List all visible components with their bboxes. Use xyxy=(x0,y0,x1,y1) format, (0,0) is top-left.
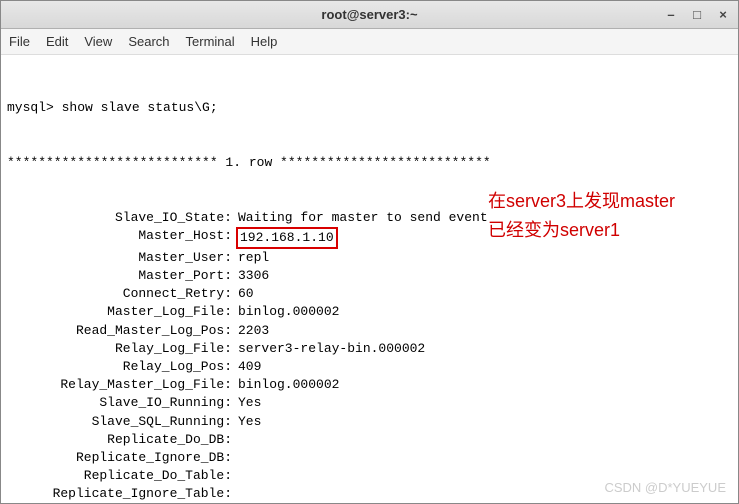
menu-file[interactable]: File xyxy=(9,34,30,49)
annotation-text: 在server3上发现master 已经变为server1 xyxy=(488,187,708,245)
field-label: Relay_Log_Pos: xyxy=(7,358,232,376)
field-value: 3306 xyxy=(238,267,269,285)
menu-help[interactable]: Help xyxy=(251,34,278,49)
field-value: binlog.000002 xyxy=(238,303,339,321)
field-line: Relay_Master_Log_File: binlog.000002 xyxy=(7,376,732,394)
field-value: 409 xyxy=(238,358,261,376)
field-value: 2203 xyxy=(238,322,269,340)
field-label: Relay_Log_File: xyxy=(7,340,232,358)
field-value: repl xyxy=(238,249,269,267)
field-label: Replicate_Do_DB: xyxy=(7,431,232,449)
field-label: Connect_Retry: xyxy=(7,285,232,303)
field-line: Master_Log_File: binlog.000002 xyxy=(7,303,732,321)
watermark: CSDN @D*YUEYUE xyxy=(604,479,726,497)
field-line: Master_User: repl xyxy=(7,249,732,267)
field-label: Master_Host: xyxy=(7,227,232,249)
close-button[interactable]: × xyxy=(714,5,732,23)
field-line: Read_Master_Log_Pos: 2203 xyxy=(7,322,732,340)
minimize-button[interactable]: – xyxy=(662,5,680,23)
field-value: server3-relay-bin.000002 xyxy=(238,340,425,358)
prompt-line: mysql> show slave status\G; xyxy=(7,99,732,117)
titlebar: root@server3:~ – □ × xyxy=(1,1,738,29)
field-value: Yes xyxy=(238,413,261,431)
row-header: *************************** 1. row *****… xyxy=(7,154,732,172)
field-label: Slave_SQL_Running: xyxy=(7,413,232,431)
field-label: Relay_Master_Log_File: xyxy=(7,376,232,394)
field-label: Replicate_Do_Table: xyxy=(7,467,232,485)
window-controls: – □ × xyxy=(662,5,732,23)
field-value: Waiting for master to send event xyxy=(238,209,488,227)
field-value: Yes xyxy=(238,394,261,412)
field-label: Replicate_Ignore_Table: xyxy=(7,485,232,503)
menu-search[interactable]: Search xyxy=(128,34,169,49)
field-line: Slave_IO_Running: Yes xyxy=(7,394,732,412)
field-line: Master_Port: 3306 xyxy=(7,267,732,285)
field-label: Master_Port: xyxy=(7,267,232,285)
menu-terminal[interactable]: Terminal xyxy=(186,34,235,49)
field-value: 192.168.1.10 xyxy=(236,227,338,249)
field-line: Connect_Retry: 60 xyxy=(7,285,732,303)
field-line: Slave_SQL_Running: Yes xyxy=(7,413,732,431)
field-label: Slave_IO_State: xyxy=(7,209,232,227)
fields-container: Slave_IO_State: Waiting for master to sen… xyxy=(7,209,732,504)
field-value: 60 xyxy=(238,285,254,303)
field-label: Master_User: xyxy=(7,249,232,267)
window-title: root@server3:~ xyxy=(321,7,417,22)
maximize-button[interactable]: □ xyxy=(688,5,706,23)
field-label: Slave_IO_Running: xyxy=(7,394,232,412)
field-value: binlog.000002 xyxy=(238,376,339,394)
annotation-line-2: 已经变为server1 xyxy=(488,216,708,245)
menubar: File Edit View Search Terminal Help xyxy=(1,29,738,55)
field-label: Master_Log_File: xyxy=(7,303,232,321)
field-line: Relay_Log_Pos: 409 xyxy=(7,358,732,376)
menu-edit[interactable]: Edit xyxy=(46,34,68,49)
field-line: Replicate_Ignore_DB: xyxy=(7,449,732,467)
menu-view[interactable]: View xyxy=(84,34,112,49)
field-line: Replicate_Do_DB: xyxy=(7,431,732,449)
field-label: Read_Master_Log_Pos: xyxy=(7,322,232,340)
field-label: Replicate_Ignore_DB: xyxy=(7,449,232,467)
annotation-line-1: 在server3上发现master xyxy=(488,187,708,216)
terminal-window: root@server3:~ – □ × File Edit View Sear… xyxy=(0,0,739,504)
field-line: Relay_Log_File: server3-relay-bin.000002 xyxy=(7,340,732,358)
terminal-content[interactable]: mysql> show slave status\G; ************… xyxy=(1,55,738,503)
